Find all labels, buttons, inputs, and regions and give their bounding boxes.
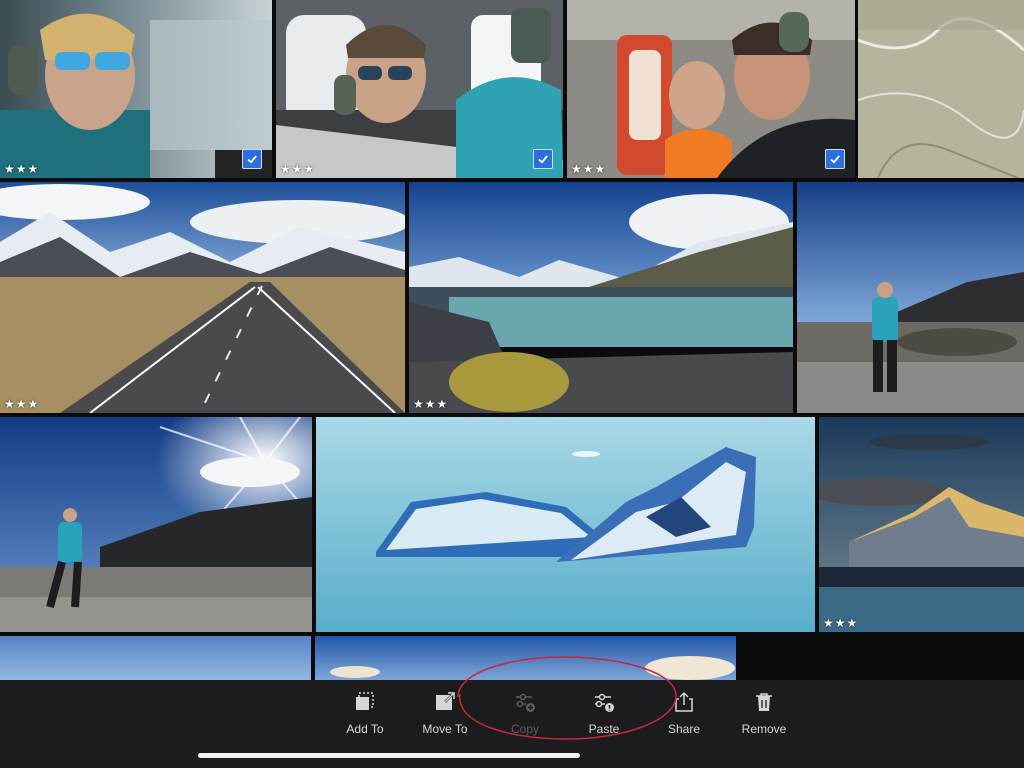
- photo-tile-icebergs[interactable]: [316, 417, 815, 632]
- photo-tile-heli-couple[interactable]: ★★★: [567, 0, 855, 178]
- photo-mountain-road: [0, 182, 405, 413]
- photo-grid: ★★★ ★★★ ★★★ ★★★ ★★★ ★★★: [0, 0, 1024, 680]
- trash-icon: [756, 693, 772, 711]
- remove-label: Remove: [741, 722, 787, 736]
- photo-sky-clouds-partial: [315, 636, 736, 680]
- selected-checkbox[interactable]: [242, 149, 262, 169]
- photo-tile-sky-partial-2[interactable]: [315, 636, 736, 680]
- selected-checkbox[interactable]: [825, 149, 845, 169]
- paste-label: Paste: [588, 722, 620, 736]
- photo-aerial-ice-terrain: [858, 0, 1024, 178]
- photo-hiker-rocks: [797, 182, 1024, 413]
- photo-tile-heli-woman[interactable]: ★★★: [0, 0, 272, 178]
- photo-hiker-sunburst: [0, 417, 312, 632]
- checkmark-icon: [830, 155, 840, 164]
- photo-icebergs: [316, 417, 815, 632]
- photo-mountain-dusk: [819, 417, 1024, 632]
- photo-tile-sky-partial-1[interactable]: [0, 636, 311, 680]
- photo-sky-partial: [0, 636, 311, 680]
- move-to-icon: [436, 691, 456, 710]
- photo-helicopter-woman-sunglasses: [0, 0, 272, 178]
- selected-checkbox[interactable]: [533, 149, 553, 169]
- photo-glacier-lake: [409, 182, 793, 413]
- move-to-label: Move To: [422, 722, 468, 736]
- add-to-button[interactable]: Add To: [325, 690, 405, 746]
- rating-stars: ★★★: [4, 162, 40, 176]
- photo-helicopter-couple-selfie: [567, 0, 855, 178]
- copy-settings-button[interactable]: Copy: [485, 690, 565, 746]
- rating-stars: ★★★: [4, 397, 40, 411]
- rating-stars: ★★★: [413, 397, 449, 411]
- add-to-label: Add To: [346, 722, 384, 736]
- remove-button[interactable]: Remove: [724, 690, 804, 746]
- photo-tile-mountain-road[interactable]: ★★★: [0, 182, 405, 413]
- rating-stars: ★★★: [280, 162, 316, 176]
- copy-label: Copy: [510, 722, 539, 736]
- share-label: Share: [667, 722, 701, 736]
- rating-stars: ★★★: [823, 616, 859, 630]
- photo-tile-glacier-lake[interactable]: ★★★: [409, 182, 793, 413]
- copy-settings-icon: [516, 693, 535, 712]
- checkmark-icon: [247, 155, 257, 164]
- move-to-button[interactable]: Move To: [405, 690, 485, 746]
- home-indicator[interactable]: [198, 753, 580, 758]
- photo-tile-heli-pilot[interactable]: ★★★: [276, 0, 563, 178]
- photo-helicopter-pilot-headset: [276, 0, 563, 178]
- photo-tile-aerial[interactable]: [858, 0, 1024, 178]
- photo-tile-hiker-rocks[interactable]: [797, 182, 1024, 413]
- paste-settings-button[interactable]: Paste: [564, 690, 644, 746]
- photo-tile-hiker-sunburst[interactable]: [0, 417, 312, 632]
- checkmark-icon: [538, 155, 548, 164]
- share-button[interactable]: Share: [644, 690, 724, 746]
- paste-settings-icon: [595, 693, 614, 712]
- add-to-album-icon: [356, 692, 374, 710]
- rating-stars: ★★★: [571, 162, 607, 176]
- photo-tile-mountain-dusk[interactable]: ★★★: [819, 417, 1024, 632]
- share-icon: [675, 691, 693, 712]
